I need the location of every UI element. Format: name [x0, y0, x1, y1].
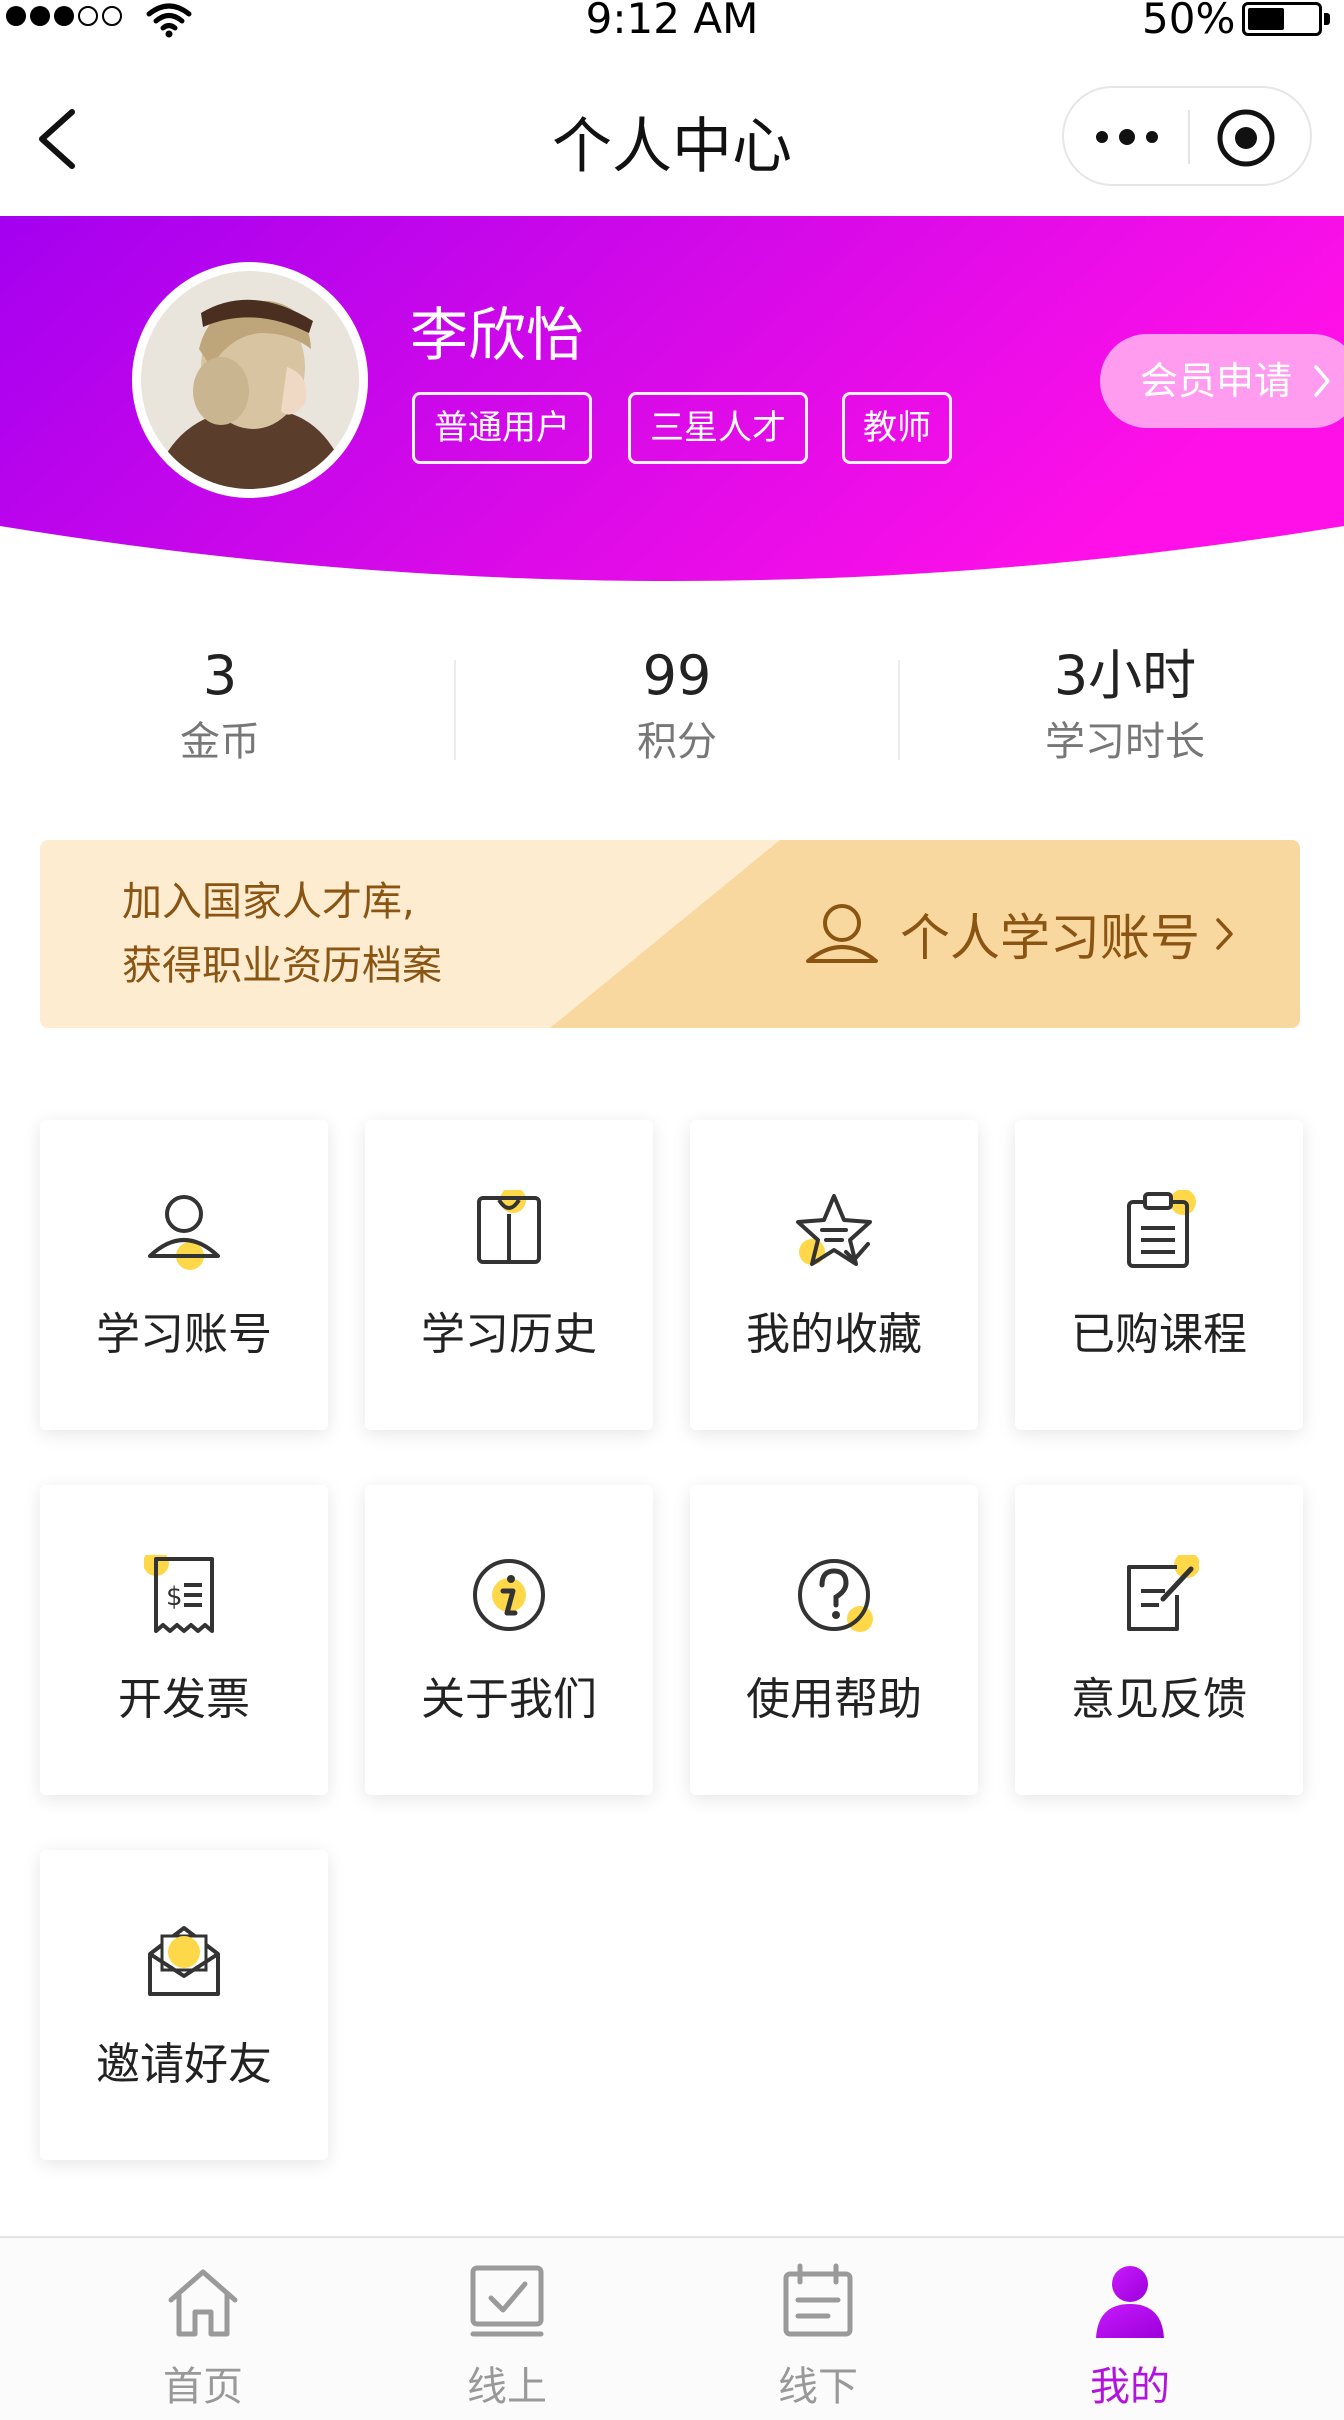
mini-program-capsule: [1062, 86, 1312, 186]
stat-study-time[interactable]: 3小时 学习时长: [975, 640, 1275, 772]
personal-study-account-link[interactable]: 个人学习账号: [802, 896, 1236, 972]
stat-label: 积分: [637, 719, 717, 765]
menu-card-study-history[interactable]: 学习历史: [365, 1120, 653, 1430]
tab-label: 我的: [1090, 2364, 1170, 2410]
menu-card-invite-friends[interactable]: 邀请好友: [40, 1850, 328, 2160]
user-tag: 三星人才: [628, 392, 808, 464]
avatar[interactable]: [132, 262, 368, 498]
tab-home[interactable]: 首页: [103, 2256, 303, 2416]
star-icon: [796, 1194, 872, 1266]
talent-pool-banner[interactable]: 加入国家人才库, 获得职业资历档案 个人学习账号: [40, 840, 1300, 1028]
member-apply-button[interactable]: 会员申请: [1100, 334, 1344, 428]
menu-card-favorites[interactable]: 我的收藏: [690, 1120, 978, 1430]
card-label: 学习账号: [96, 1309, 272, 1360]
avatar-portrait-icon: [141, 271, 359, 489]
banner-line-1: 加入国家人才库,: [122, 879, 415, 925]
member-apply-label: 会员申请: [1140, 359, 1293, 403]
chevron-right-icon: [1314, 365, 1330, 397]
menu-card-about-us[interactable]: 关于我们: [365, 1485, 653, 1795]
tab-label: 线下: [778, 2364, 858, 2410]
menu-card-feedback[interactable]: 意见反馈: [1015, 1485, 1303, 1795]
user-name: 李欣怡: [410, 301, 585, 369]
card-label: 学习历史: [421, 1309, 597, 1360]
tab-label: 线上: [467, 2364, 547, 2410]
menu-card-help[interactable]: 使用帮助: [690, 1485, 978, 1795]
stat-coins[interactable]: 3 金币: [70, 640, 370, 772]
receipt-icon: $: [144, 1555, 214, 1633]
menu-card-purchased-courses[interactable]: 已购课程: [1015, 1120, 1303, 1430]
feedback-icon: [1127, 1555, 1199, 1631]
envelope-icon: [148, 1926, 220, 1996]
tab-online[interactable]: 线上: [407, 2256, 607, 2416]
clipboard-icon: [1127, 1190, 1196, 1268]
card-label: 我的收藏: [746, 1309, 922, 1360]
card-label: 已购课程: [1071, 1309, 1247, 1360]
user-icon: [806, 904, 878, 963]
user-tag: 普通用户: [412, 392, 592, 464]
stat-value: 3小时: [1053, 644, 1197, 707]
home-icon: [168, 2269, 238, 2337]
close-target-icon[interactable]: [1216, 108, 1276, 168]
divider: [454, 660, 456, 760]
user-icon: [148, 1195, 220, 1270]
card-label: 邀请好友: [96, 2039, 272, 2090]
tab-label: 首页: [163, 2364, 243, 2410]
svg-text:$: $: [166, 1582, 183, 1612]
chevron-right-icon: [1216, 918, 1233, 950]
user-tag: 教师: [842, 392, 952, 464]
banner-line-2: 获得职业资历档案: [122, 943, 442, 989]
card-label: 开发票: [118, 1674, 250, 1725]
bottom-tab-bar: 首页 线上 线下 我的: [0, 2236, 1344, 2420]
stat-label: 金币: [180, 719, 260, 765]
divider: [898, 660, 900, 760]
stat-points[interactable]: 99 积分: [527, 640, 827, 772]
calendar-icon: [783, 2263, 853, 2337]
online-icon: [470, 2265, 544, 2337]
more-icon[interactable]: [1092, 122, 1162, 152]
card-label: 使用帮助: [746, 1674, 922, 1725]
help-icon: [798, 1559, 873, 1632]
card-label: 关于我们: [421, 1674, 597, 1725]
status-bar: 9:12 AM 50%: [0, 0, 1344, 44]
menu-card-invoice[interactable]: $ 开发票: [40, 1485, 328, 1795]
menu-card-study-account[interactable]: 学习账号: [40, 1120, 328, 1430]
battery-icon: [1242, 2, 1322, 36]
profile-icon: [1096, 2266, 1164, 2338]
banner-text: 加入国家人才库, 获得职业资历档案: [122, 870, 442, 998]
book-icon: [477, 1190, 541, 1264]
stat-value: 99: [642, 644, 712, 707]
card-label: 意见反馈: [1071, 1674, 1247, 1725]
tab-mine[interactable]: 我的: [1030, 2256, 1230, 2416]
battery-percent: 50%: [1142, 0, 1236, 43]
stat-label: 学习时长: [1045, 719, 1205, 765]
tab-offline[interactable]: 线下: [718, 2256, 918, 2416]
banner-link-label: 个人学习账号: [900, 909, 1200, 967]
stat-value: 3: [202, 644, 238, 707]
info-icon: [473, 1559, 545, 1631]
